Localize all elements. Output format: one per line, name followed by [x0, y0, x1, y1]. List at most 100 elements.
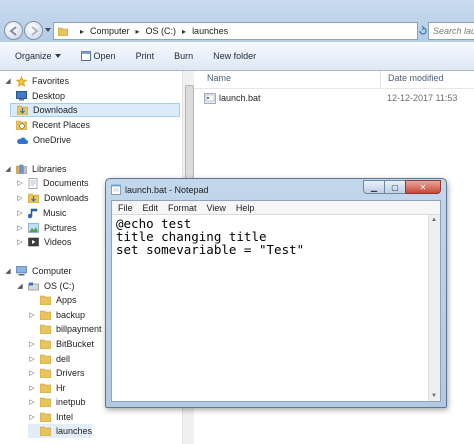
star-icon [16, 75, 27, 87]
nav-folder-label: backup [56, 310, 86, 320]
nav-item-recent-places[interactable]: Recent Places [16, 118, 90, 132]
expand-chevron-icon[interactable]: ▷ [16, 179, 24, 187]
nav-folder-bitbucket[interactable]: ▷ BitBucket [28, 337, 94, 351]
nav-item-desktop[interactable]: Desktop [16, 89, 65, 103]
nav-item-label: Videos [44, 237, 72, 247]
nav-folder-drivers[interactable]: ▷ Drivers [28, 366, 85, 380]
new-folder-label: New folder [213, 51, 257, 61]
nav-folder-label: BitBucket [56, 339, 95, 349]
recent-pages-chevron-icon[interactable] [45, 28, 51, 32]
menu-edit[interactable]: Edit [138, 203, 164, 213]
breadcrumb-separator-icon: ▸ [135, 26, 140, 36]
expand-chevron-icon[interactable]: ▷ [28, 413, 36, 421]
nav-folder-launches[interactable]: launches [28, 424, 93, 438]
nav-item-os-drive[interactable]: ◢ OS (C:) [16, 279, 74, 293]
expand-chevron-icon[interactable]: ▷ [28, 398, 36, 406]
expand-chevron-icon[interactable]: ▷ [28, 340, 36, 348]
close-button[interactable]: ✕ [405, 180, 441, 194]
nav-folder-label: launches [56, 426, 93, 436]
collapse-chevron-icon[interactable]: ◢ [4, 77, 12, 85]
nav-favorites[interactable]: ◢ Favorites [4, 74, 69, 88]
nav-item-label: Desktop [32, 91, 66, 101]
breadcrumb-computer[interactable]: Computer [90, 26, 130, 36]
recent-places-icon [16, 120, 27, 130]
menu-file[interactable]: File [112, 203, 138, 213]
collapse-chevron-icon[interactable]: ◢ [4, 165, 12, 173]
nav-folder-label: Apps [56, 295, 77, 305]
breadcrumb-drive[interactable]: OS (C:) [146, 26, 177, 36]
nav-folder-label: billpayment [56, 324, 102, 334]
nav-libraries-label: Libraries [32, 164, 67, 174]
folder-icon [40, 412, 51, 422]
expand-chevron-icon[interactable]: ▷ [16, 224, 24, 232]
nav-folder-billpayment[interactable]: billpayment [28, 322, 102, 336]
print-button[interactable]: Print [126, 51, 165, 61]
column-header-date-modified[interactable]: Date modified [388, 73, 444, 83]
nav-folder-intel[interactable]: ▷ Intel [28, 410, 73, 424]
nav-item-label: OneDrive [33, 135, 72, 145]
notepad-app-icon [111, 184, 121, 195]
expand-chevron-icon[interactable]: ▷ [28, 355, 36, 363]
nav-folder-backup[interactable]: ▷ backup [28, 308, 85, 322]
expand-chevron-icon[interactable]: ▷ [16, 194, 24, 202]
expand-chevron-icon[interactable]: ▷ [16, 209, 24, 217]
folder-icon [40, 354, 51, 364]
file-row-launch-bat[interactable]: launch.bat 12-12-2017 11:53 [204, 90, 474, 106]
search-input[interactable]: Search launches [428, 22, 474, 40]
minimize-button[interactable]: ▁ [363, 180, 385, 194]
open-button[interactable]: Open [71, 51, 126, 61]
nav-folder-dell[interactable]: ▷ dell [28, 352, 70, 366]
maximize-button[interactable]: ▢ [384, 180, 406, 194]
music-note-icon [28, 208, 38, 218]
folder-icon [40, 324, 51, 334]
menu-format[interactable]: Format [163, 203, 202, 213]
organize-label: Organize [15, 51, 52, 61]
new-folder-button[interactable]: New folder [203, 51, 266, 61]
forward-button[interactable] [24, 21, 43, 40]
menu-help[interactable]: Help [231, 203, 260, 213]
notepad-window[interactable]: launch.bat - Notepad ▁ ▢ ✕ File Edit For… [105, 178, 447, 408]
column-header-name[interactable]: Name [207, 73, 231, 83]
burn-button[interactable]: Burn [164, 51, 203, 61]
nav-libraries[interactable]: ◢ Libraries [4, 162, 67, 176]
text-line: set somevariable = "Test" [116, 242, 305, 257]
expand-chevron-icon[interactable]: ▷ [16, 238, 24, 246]
nav-computer[interactable]: ◢ Computer [4, 264, 71, 278]
folder-icon [40, 339, 51, 349]
scroll-down-icon[interactable]: ▼ [431, 393, 437, 399]
folder-icon [40, 310, 51, 320]
pictures-icon [28, 223, 39, 233]
scroll-up-icon[interactable]: ▲ [431, 217, 437, 223]
nav-item-downloads[interactable]: Downloads [10, 103, 180, 117]
nav-item-library-downloads[interactable]: ▷ Downloads [16, 191, 89, 205]
nav-folder-inetpub[interactable]: ▷ inetpub [28, 395, 86, 409]
onedrive-cloud-icon [17, 137, 28, 144]
address-bar[interactable]: ▸ Computer ▸ OS (C:) ▸ launches [53, 22, 418, 40]
expand-chevron-icon[interactable]: ▷ [28, 384, 36, 392]
expand-chevron-icon[interactable]: ▷ [28, 311, 36, 319]
menu-view[interactable]: View [202, 203, 231, 213]
collapse-chevron-icon[interactable]: ◢ [4, 267, 12, 275]
documents-icon [28, 177, 38, 189]
breadcrumb-launches[interactable]: launches [192, 26, 228, 36]
nav-folder-apps[interactable]: Apps [28, 293, 77, 307]
refresh-icon[interactable] [418, 22, 427, 40]
collapse-chevron-icon[interactable]: ◢ [16, 282, 24, 290]
nav-item-music[interactable]: ▷ Music [16, 206, 66, 220]
file-name: launch.bat [219, 93, 261, 103]
nav-pane-scroll-thumb[interactable] [185, 85, 194, 179]
notepad-titlebar[interactable]: launch.bat - Notepad [111, 184, 209, 195]
column-divider[interactable] [380, 71, 381, 88]
nav-item-documents[interactable]: ▷ Documents [16, 176, 89, 190]
back-button[interactable] [4, 21, 23, 40]
expand-chevron-icon[interactable]: ▷ [28, 369, 36, 377]
nav-item-videos[interactable]: ▷ Videos [16, 235, 71, 249]
nav-folder-hr[interactable]: ▷ Hr [28, 381, 66, 395]
notepad-vertical-scrollbar[interactable]: ▲ ▼ [428, 215, 440, 401]
organize-button[interactable]: Organize [0, 51, 71, 61]
nav-item-pictures[interactable]: ▷ Pictures [16, 221, 76, 235]
computer-icon [16, 266, 27, 276]
notepad-text-area[interactable]: @echo test title changing title set someva… [112, 215, 428, 401]
open-folder-icon [40, 426, 51, 436]
nav-item-onedrive[interactable]: OneDrive [16, 133, 71, 147]
